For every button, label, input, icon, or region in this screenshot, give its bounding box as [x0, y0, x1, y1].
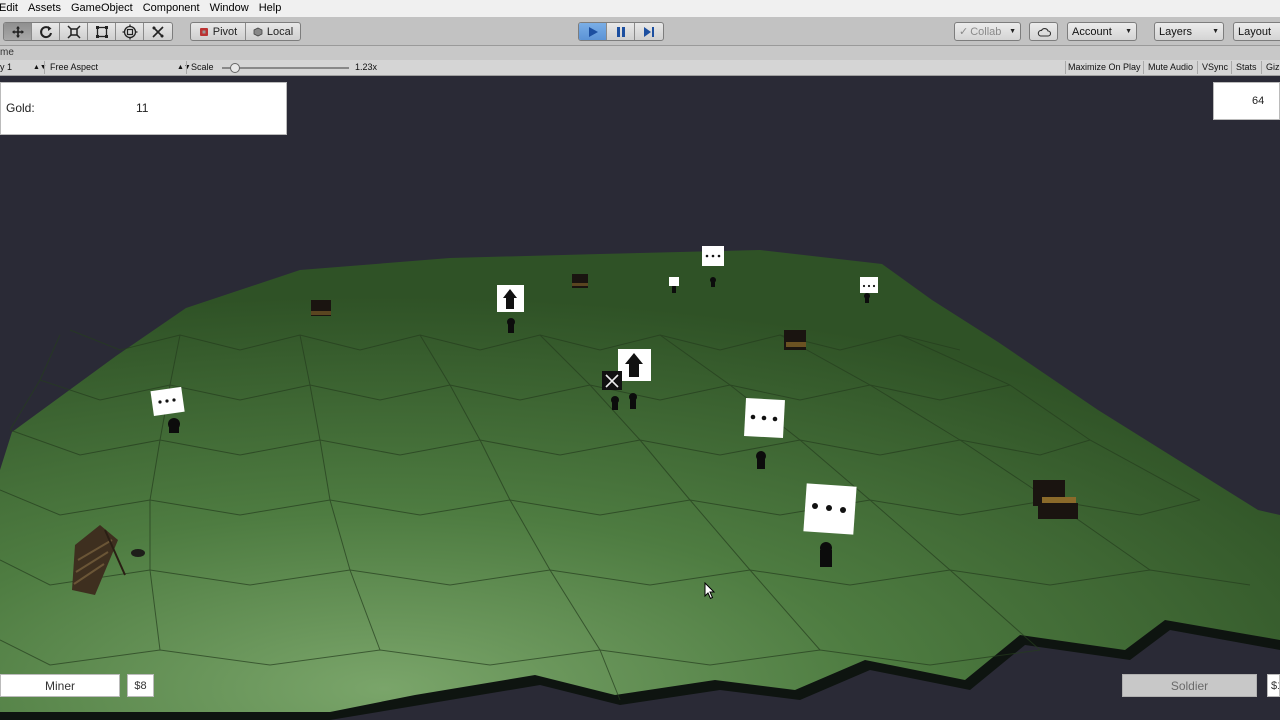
- game-view-toolbar: y 1 ▲▼ Free Aspect ▲▼ Scale 1.23x Maximi…: [0, 60, 1280, 76]
- display-dropdown[interactable]: y 1: [0, 60, 12, 75]
- pause-button[interactable]: [607, 23, 635, 40]
- divider: [44, 61, 45, 74]
- treasure-chest: [784, 330, 806, 350]
- pivot-button[interactable]: Pivot: [191, 23, 246, 40]
- scale-value: 1.23x: [355, 62, 378, 72]
- step-button[interactable]: [635, 23, 663, 40]
- divider: [1065, 61, 1066, 74]
- scale-slider-track[interactable]: [222, 67, 349, 69]
- layers-label: Layers: [1159, 25, 1193, 38]
- rotate-icon[interactable]: [32, 23, 60, 40]
- layout-dropdown[interactable]: Layout: [1233, 22, 1280, 41]
- aspect-dropdown[interactable]: Free Aspect: [50, 60, 98, 75]
- gold-panel: Gold: 11: [0, 82, 287, 135]
- gold-value: 11: [136, 101, 149, 115]
- miner-price: $8: [127, 674, 154, 697]
- status-bubble: [150, 386, 185, 416]
- fps-value: 64: [1252, 95, 1265, 107]
- status-bubble: [803, 483, 857, 535]
- status-bubble: [860, 277, 878, 293]
- playback-controls: [578, 22, 664, 41]
- chevron-down-icon: ▼: [1009, 28, 1016, 35]
- house-icon: [497, 285, 524, 312]
- scale-icon[interactable]: [60, 23, 88, 40]
- divider: [186, 61, 187, 74]
- buy-soldier-button[interactable]: Soldier: [1122, 674, 1257, 697]
- account-label: Account: [1072, 25, 1112, 38]
- divider: [1197, 61, 1198, 74]
- mouse-cursor-icon: [704, 582, 716, 600]
- mute-audio-toggle[interactable]: Mute Audio: [1148, 60, 1193, 75]
- cloud-button[interactable]: [1029, 22, 1058, 41]
- menu-window[interactable]: Window: [210, 0, 254, 17]
- game-tab-label: me: [0, 47, 14, 58]
- collab-dropdown[interactable]: ✓ Collab ▼: [954, 22, 1021, 41]
- local-icon: [253, 27, 263, 36]
- status-bubble: [702, 246, 724, 266]
- pivot-label: Pivot: [212, 25, 238, 38]
- custom-tool-icon[interactable]: [144, 23, 172, 40]
- local-button[interactable]: Local: [246, 23, 300, 40]
- terrain-surface: [0, 250, 1280, 712]
- status-bubble: [744, 398, 785, 439]
- layout-label: Layout: [1238, 25, 1272, 38]
- gizmos-dropdown[interactable]: Giz: [1266, 60, 1280, 75]
- pause-icon: [616, 26, 625, 37]
- house-icon: [618, 349, 651, 381]
- scale-slider-thumb[interactable]: [230, 63, 240, 73]
- chevron-updown-icon: ▲▼: [177, 64, 191, 71]
- vsync-toggle[interactable]: VSync: [1202, 60, 1228, 75]
- transform-icon[interactable]: [116, 23, 144, 40]
- chevron-down-icon: ▼: [1212, 28, 1219, 35]
- soldier-price: $1: [1267, 674, 1280, 697]
- buy-miner-button[interactable]: Miner: [0, 674, 120, 697]
- play-icon: [588, 26, 598, 37]
- pivot-toggle-group: Pivot Local: [190, 22, 301, 41]
- play-button[interactable]: [579, 23, 607, 40]
- transform-tools: [3, 22, 173, 41]
- menu-gameobject[interactable]: GameObject: [71, 0, 138, 17]
- scale-label: Scale: [191, 62, 214, 72]
- hand-move-icon[interactable]: [4, 23, 32, 40]
- menu-bar: Edit Assets GameObject Component Window …: [0, 0, 1280, 17]
- treasure-chest: [311, 300, 331, 316]
- local-label: Local: [266, 25, 294, 38]
- menu-edit[interactable]: Edit: [0, 0, 23, 17]
- crossed-swords-icon: [602, 371, 622, 390]
- treasure-chest: [572, 274, 588, 288]
- gold-label: Gold:: [6, 101, 35, 115]
- step-icon: [644, 26, 654, 37]
- fps-panel: 64: [1213, 82, 1280, 120]
- rect-icon[interactable]: [88, 23, 116, 40]
- game-tab[interactable]: me: [0, 46, 1280, 60]
- menu-assets[interactable]: Assets: [28, 0, 66, 17]
- main-toolbar: Pivot Local ✓ Collab ▼ Account ▼ Layers …: [0, 17, 1280, 46]
- layers-dropdown[interactable]: Layers ▼: [1154, 22, 1224, 41]
- stats-toggle[interactable]: Stats: [1236, 60, 1257, 75]
- hex-terrain-scene: [0, 246, 1280, 720]
- divider: [1231, 61, 1232, 74]
- maximize-on-play-toggle[interactable]: Maximize On Play: [1068, 60, 1141, 75]
- game-view[interactable]: [0, 77, 1280, 720]
- check-icon: ✓: [959, 26, 969, 38]
- account-dropdown[interactable]: Account ▼: [1067, 22, 1137, 41]
- chevron-down-icon: ▼: [1125, 28, 1132, 35]
- status-bubble: [669, 277, 679, 286]
- divider: [1143, 61, 1144, 74]
- pivot-icon: [199, 27, 208, 36]
- cloud-icon: [1037, 27, 1051, 37]
- menu-help[interactable]: Help: [259, 0, 287, 17]
- collab-label: Collab: [970, 25, 1002, 38]
- menu-component[interactable]: Component: [143, 0, 205, 17]
- divider: [1261, 61, 1262, 74]
